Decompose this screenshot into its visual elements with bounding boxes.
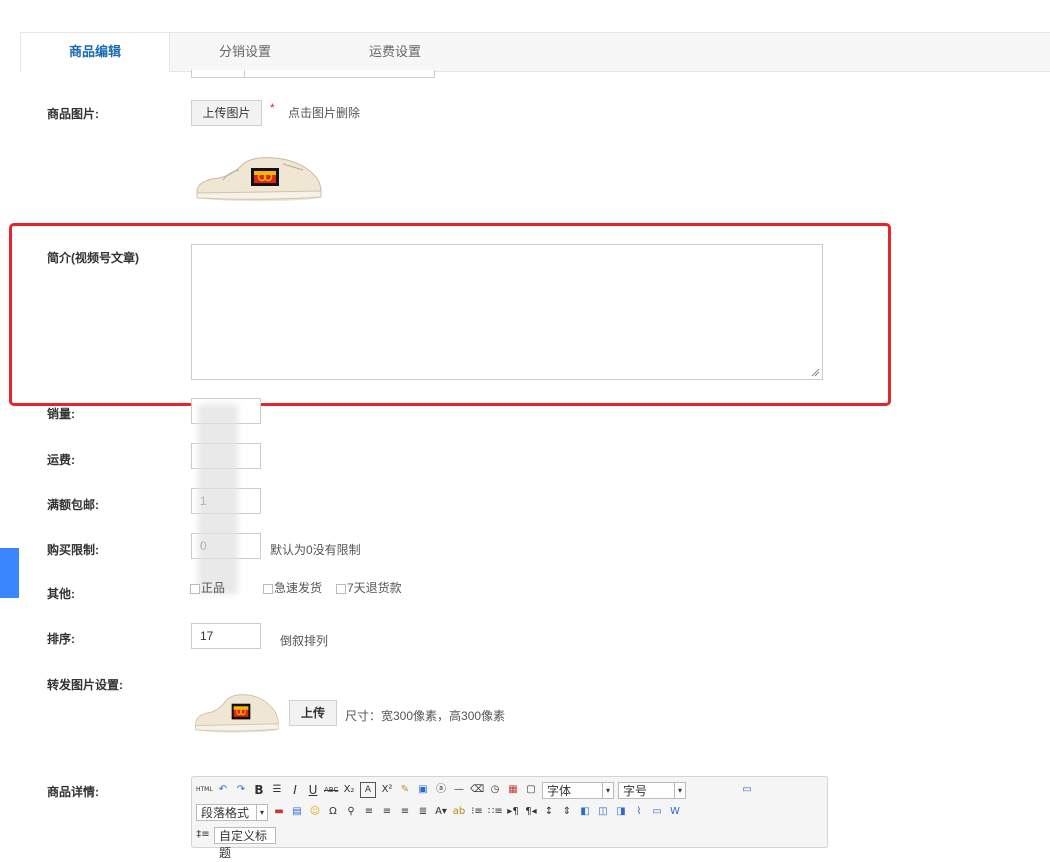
indent-icon[interactable]: ☰	[270, 783, 284, 797]
font-size-select[interactable]: 字号 ▾	[618, 781, 686, 799]
highlight-color-icon[interactable]: ab	[452, 805, 466, 819]
product-image-shoe[interactable]	[193, 150, 325, 205]
upload-image-button[interactable]: 上传图片	[191, 100, 262, 126]
ltr-icon[interactable]: ▸¶	[506, 805, 520, 819]
intro-textarea[interactable]	[191, 244, 823, 380]
word-image-icon[interactable]: W	[668, 805, 682, 819]
strikethrough-icon[interactable]: ABC	[324, 783, 338, 797]
7day-return-label: 7天退货款	[347, 581, 402, 595]
share-size-hint: 尺寸：宽300像素，高300像素	[345, 709, 506, 723]
emoji-icon[interactable]: ☺	[308, 805, 322, 819]
align-left-icon[interactable]: ≡	[362, 805, 376, 819]
sales-label: 销量:	[47, 407, 75, 421]
intro-label: 简介(视频号文章)	[47, 251, 139, 265]
format-brush-icon[interactable]: ✎	[398, 783, 412, 797]
paragraph-format-select[interactable]: 段落格式 ▾	[196, 803, 268, 821]
font-family-select[interactable]: 字体 ▾	[542, 781, 614, 799]
product-detail-label: 商品详情:	[47, 785, 99, 799]
image-center-icon[interactable]: ◫	[596, 805, 610, 819]
horizontal-rule-icon[interactable]: —	[452, 783, 466, 797]
product-image-label: 商品图片:	[47, 107, 99, 121]
share-upload-button[interactable]: 上传	[289, 700, 337, 726]
custom-title-select[interactable]: 自定义标题	[214, 826, 276, 860]
other-label: 其他:	[47, 587, 75, 601]
tab-distribution-settings[interactable]: 分销设置	[170, 33, 320, 71]
privacy-blur-mask	[198, 404, 238, 594]
fast-shipping-label: 急速发货	[274, 581, 323, 595]
fast-shipping-checkbox[interactable]	[263, 583, 273, 594]
redo-icon[interactable]: ↷	[234, 783, 248, 797]
font-size-value: 字号	[623, 783, 648, 798]
attachment-icon[interactable]: ⌇	[632, 805, 646, 819]
align-justify-icon[interactable]: ≣	[416, 805, 430, 819]
free-shipping-label: 满额包邮:	[47, 498, 99, 512]
custom-title-value: 自定义标题	[219, 828, 268, 860]
option-genuine[interactable]: 正品	[190, 579, 225, 596]
unordered-list-icon[interactable]: ∷≡	[488, 805, 503, 819]
side-accent-bar[interactable]	[0, 548, 19, 598]
select-all-icon[interactable]: ⓐ	[434, 783, 448, 797]
purchase-limit-label: 购买限制:	[47, 543, 99, 557]
ordered-list-icon[interactable]: ⁝≡	[470, 805, 484, 819]
chevron-down-icon: ▾	[256, 804, 267, 820]
subscript-icon[interactable]: X₂	[342, 783, 356, 797]
chevron-down-icon: ▾	[602, 782, 613, 798]
font-color-icon[interactable]: A▾	[434, 805, 448, 819]
sort-input[interactable]: 17	[191, 623, 261, 649]
paragraph-spacing-icon[interactable]: ⇕	[560, 805, 574, 819]
option-7day-return[interactable]: 7天退货款	[336, 579, 402, 596]
genuine-label: 正品	[201, 581, 226, 595]
rich-text-editor-toolbar: HTML ↶ ↷ B ☰ I U ABC X₂ A X² ✎ ▣ ⓐ — ⌫ ◷…	[191, 776, 828, 860]
image-delete-hint: 点击图片删除	[288, 106, 361, 120]
fullscreen-icon[interactable]: ▭	[740, 783, 754, 797]
freight-label: 运费:	[47, 453, 75, 467]
resize-handle-icon[interactable]	[811, 368, 820, 377]
font-family-value: 字体	[547, 783, 572, 798]
paragraph-format-value: 段落格式	[201, 805, 250, 820]
partial-input-divider	[244, 70, 245, 77]
tab-freight-settings[interactable]: 运费设置	[320, 33, 470, 71]
line-height-icon[interactable]: ↕	[542, 805, 556, 819]
special-char-icon[interactable]: Ω	[326, 805, 340, 819]
superscript-icon[interactable]: X²	[380, 783, 394, 797]
insert-image-icon[interactable]: ▬	[272, 805, 286, 819]
undo-icon[interactable]: ↶	[216, 783, 230, 797]
purchase-limit-hint: 默认为0没有限制	[270, 543, 361, 557]
share-image-shoe[interactable]	[193, 688, 281, 736]
heading-icon[interactable]: ‡≡	[196, 828, 210, 842]
option-fast-shipping[interactable]: 急速发货	[263, 579, 322, 596]
eraser-icon[interactable]: ⌫	[470, 783, 484, 797]
required-mark: *	[270, 101, 275, 115]
page-break-icon[interactable]: ▭	[650, 805, 664, 819]
italic-icon[interactable]: I	[288, 783, 302, 797]
underline-icon[interactable]: U	[306, 783, 320, 797]
time-icon[interactable]: ◷	[488, 783, 502, 797]
rtl-icon[interactable]: ¶◂	[524, 805, 538, 819]
tab-product-edit[interactable]: 商品编辑	[20, 33, 170, 72]
align-right-icon[interactable]: ≡	[380, 805, 394, 819]
template-icon[interactable]: ▢	[524, 783, 538, 797]
font-border-icon[interactable]: A	[360, 782, 376, 798]
genuine-checkbox[interactable]	[190, 583, 200, 594]
save-icon[interactable]: ▤	[290, 805, 304, 819]
image-left-icon[interactable]: ◧	[578, 805, 592, 819]
7day-return-checkbox[interactable]	[336, 583, 346, 594]
date-icon[interactable]: ▦	[506, 783, 520, 797]
html-source-icon[interactable]: HTML	[196, 783, 213, 797]
partial-input-above[interactable]	[191, 70, 435, 78]
sort-label: 排序:	[47, 632, 75, 646]
chevron-down-icon: ▾	[674, 782, 685, 798]
tab-bar: 商品编辑 分销设置 运费设置	[20, 32, 1050, 72]
share-image-label: 转发图片设置:	[47, 678, 123, 692]
paste-icon[interactable]: ▣	[416, 783, 430, 797]
search-replace-icon[interactable]: ⚲	[344, 805, 358, 819]
sort-hint: 倒叙排列	[280, 634, 329, 648]
bold-icon[interactable]: B	[252, 783, 266, 797]
align-center-icon[interactable]: ≡	[398, 805, 412, 819]
image-right-icon[interactable]: ◨	[614, 805, 628, 819]
